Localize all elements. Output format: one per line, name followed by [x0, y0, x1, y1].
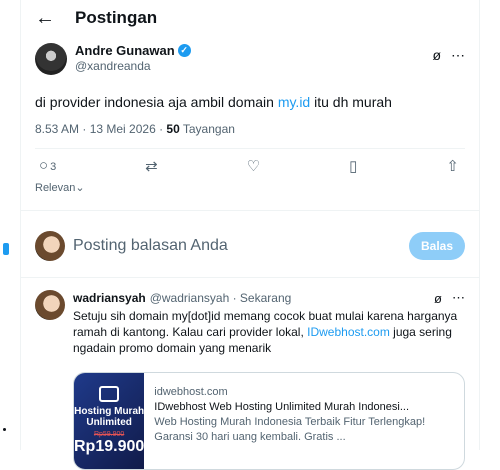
post-link[interactable]: my.id: [278, 94, 310, 110]
old-price: Rp59.900: [93, 431, 125, 438]
more-options-icon[interactable]: ⋯: [451, 47, 465, 64]
notification-indicator: [3, 243, 9, 255]
reply-author[interactable]: wadriansyah: [73, 291, 146, 305]
post-actions-top: ø ⋯: [432, 47, 465, 64]
post-meta: 8.53 AM · 13 Mei 2026 · 50 Tayangan: [35, 122, 235, 136]
avatar[interactable]: [35, 43, 67, 75]
reply-input[interactable]: Posting balasan Anda: [73, 237, 409, 255]
left-rail: [0, 0, 20, 450]
like-icon[interactable]: ♡: [247, 157, 260, 175]
price: Rp19.900: [74, 438, 145, 455]
avatar[interactable]: [35, 290, 65, 320]
back-arrow-icon[interactable]: ←: [35, 7, 65, 30]
link-preview-card[interactable]: Hosting Murah Unlimited Rp59.900 Rp19.90…: [73, 372, 465, 470]
divider: [21, 210, 479, 211]
chevron-down-icon: ⌄: [75, 182, 85, 194]
logo-icon: [99, 386, 120, 402]
reply-handle-time: @wadriansyah · Sekarang: [149, 291, 292, 305]
card-domain: idwebhost.com: [154, 386, 228, 398]
author-handle[interactable]: @xandreanda: [75, 59, 432, 73]
card-text: idwebhost.com IDwebhost Web Hosting Unli…: [144, 373, 464, 469]
avatar[interactable]: [35, 231, 65, 261]
reply-icon[interactable]: ○ 3: [39, 157, 56, 175]
repost-icon[interactable]: ⇄: [145, 157, 158, 175]
reply-header: wadriansyah @wadriansyah · Sekarang ø ⋯: [73, 290, 465, 306]
divider: [21, 277, 479, 278]
reply-post: wadriansyah @wadriansyah · Sekarang ø ⋯ …: [21, 290, 479, 470]
post-text: di provider indonesia aja ambil domain m…: [35, 94, 392, 110]
reply-count: 3: [50, 161, 57, 173]
author-info: Andre Gunawan ✓ @xandreanda: [75, 43, 432, 73]
more-dot: [3, 428, 6, 431]
card-description: Web Hosting Murah Indonesia Terbaik Fitu…: [154, 416, 426, 443]
reply-text: Setuju sih domain my[dot]id memang cocok…: [73, 309, 458, 355]
more-options-icon[interactable]: ⋯: [452, 290, 465, 306]
author-name[interactable]: Andre Gunawan ✓: [75, 43, 432, 58]
main-column: ← Postingan Andre Gunawan ✓ @xandreanda …: [20, 0, 480, 470]
reply-link[interactable]: IDwebhost.com: [307, 325, 390, 339]
reply-button[interactable]: Balas: [409, 232, 465, 260]
post: Andre Gunawan ✓ @xandreanda ø ⋯ di provi…: [21, 43, 479, 194]
bookmark-icon[interactable]: ▯: [349, 157, 357, 175]
action-bar: ○ 3 ⇄ ♡ ▯ ⇧: [35, 149, 465, 175]
grok-icon[interactable]: ø: [434, 291, 442, 306]
top-bar: ← Postingan: [21, 0, 479, 36]
share-icon[interactable]: ⇧: [446, 157, 459, 175]
views-count: 50: [166, 122, 180, 136]
reply-body: wadriansyah @wadriansyah · Sekarang ø ⋯ …: [73, 290, 465, 470]
reply-composer: Posting balasan Anda Balas: [21, 231, 479, 261]
card-headline: IDwebhost Web Hosting Unlimited Murah In…: [154, 401, 410, 413]
grok-icon[interactable]: ø: [432, 47, 441, 64]
card-image-title: Hosting Murah Unlimited: [74, 406, 145, 428]
author-row: Andre Gunawan ✓ @xandreanda ø ⋯: [35, 43, 465, 75]
card-image: Hosting Murah Unlimited Rp59.900 Rp19.90…: [74, 373, 145, 469]
page-title: Postingan: [75, 8, 158, 27]
sort-dropdown[interactable]: Relevan⌄: [35, 181, 465, 194]
verified-badge-icon: ✓: [177, 44, 191, 57]
